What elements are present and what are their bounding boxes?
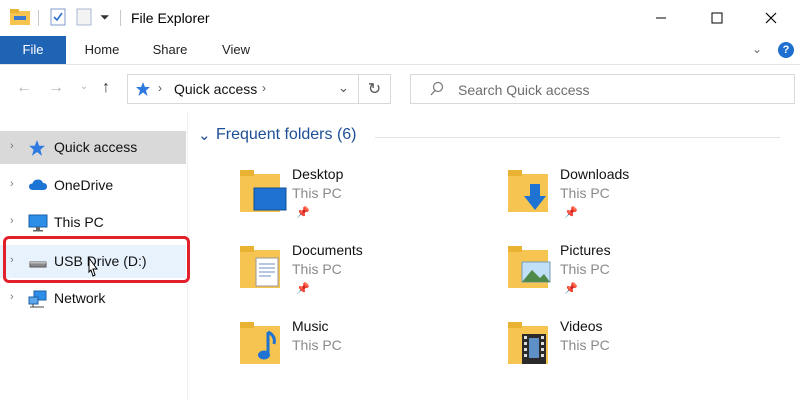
breadcrumb-separator-icon[interactable]: › xyxy=(262,81,266,95)
toolbar-separator xyxy=(120,10,121,26)
toolbar-separator xyxy=(38,10,39,26)
quick-access-star-icon xyxy=(135,81,151,100)
customize-toolbar-icon[interactable]: ⏷ xyxy=(100,10,110,25)
refresh-button[interactable]: ↻ xyxy=(359,74,391,104)
new-folder-icon[interactable] xyxy=(76,8,92,29)
folder-name: Downloads xyxy=(560,166,630,182)
folder-location: This PC xyxy=(292,185,342,201)
content-pane: ⌄ Frequent folders (6) Desktop This PC 📌… xyxy=(190,112,800,400)
pin-icon: 📌 xyxy=(564,283,578,295)
file-explorer-icon[interactable] xyxy=(10,8,30,29)
videos-folder-icon xyxy=(508,318,560,370)
sidebar-item-this-pc[interactable]: › This PC xyxy=(0,206,186,239)
up-arrow-icon[interactable]: ↑ xyxy=(102,79,110,97)
expand-chevron-icon[interactable]: › xyxy=(10,215,14,227)
address-dropdown-icon[interactable]: ⌄ xyxy=(338,80,349,96)
sidebar-item-network[interactable]: › Network xyxy=(0,282,186,315)
tab-view[interactable]: View xyxy=(208,36,264,64)
folder-downloads[interactable]: Downloads This PC 📌 xyxy=(508,166,758,232)
cloud-icon xyxy=(28,177,48,195)
close-button[interactable] xyxy=(748,0,794,36)
documents-folder-icon xyxy=(240,242,292,294)
forward-arrow-icon[interactable]: → xyxy=(48,79,64,97)
folder-pictures[interactable]: Pictures This PC 📌 xyxy=(508,242,758,308)
window-title: File Explorer xyxy=(131,10,210,26)
help-icon[interactable]: ? xyxy=(778,42,794,58)
ribbon-tabs: File Home Share View ⌄ ? xyxy=(0,36,800,64)
folder-music[interactable]: Music This PC xyxy=(240,318,490,384)
folder-location: This PC xyxy=(292,337,342,353)
expand-ribbon-icon[interactable]: ⌄ xyxy=(752,42,762,56)
music-folder-icon xyxy=(240,318,292,370)
sidebar-item-label: This PC xyxy=(54,214,104,230)
back-arrow-icon[interactable]: ← xyxy=(16,79,32,97)
pin-icon: 📌 xyxy=(296,207,310,219)
folder-name: Documents xyxy=(292,242,363,258)
sidebar-item-label: Quick access xyxy=(54,139,138,155)
recent-locations-icon[interactable]: ⌄ xyxy=(80,81,88,92)
sidebar-item-onedrive[interactable]: › OneDrive xyxy=(0,169,186,202)
tab-share[interactable]: Share xyxy=(140,36,200,64)
expand-chevron-icon[interactable]: › xyxy=(10,140,14,152)
address-bar[interactable]: › Quick access › ⌄ xyxy=(127,74,359,104)
search-icon xyxy=(429,81,445,100)
frequent-folders-header[interactable]: Frequent folders (6) xyxy=(216,126,357,144)
folder-location: This PC xyxy=(292,261,342,277)
folder-name: Videos xyxy=(560,318,603,334)
search-placeholder: Search Quick access xyxy=(458,82,590,98)
search-input[interactable]: Search Quick access xyxy=(410,74,795,104)
folder-videos[interactable]: Videos This PC xyxy=(508,318,758,384)
tab-file[interactable]: File xyxy=(0,36,66,64)
folder-desktop[interactable]: Desktop This PC 📌 xyxy=(240,166,490,232)
pin-icon: 📌 xyxy=(564,207,578,219)
sidebar-item-quick-access[interactable]: › Quick access xyxy=(0,131,186,164)
mouse-cursor-icon xyxy=(84,256,100,283)
maximize-button[interactable] xyxy=(694,0,740,36)
refresh-icon: ↻ xyxy=(367,81,382,98)
minimize-button[interactable] xyxy=(638,0,684,36)
folder-location: This PC xyxy=(560,261,610,277)
pictures-folder-icon xyxy=(508,242,560,294)
title-bar: ⏷ File Explorer xyxy=(0,0,800,36)
desktop-folder-icon xyxy=(240,166,292,218)
group-divider xyxy=(375,137,780,138)
folder-name: Music xyxy=(292,318,329,334)
breadcrumb-quick-access[interactable]: Quick access xyxy=(174,81,257,97)
monitor-icon xyxy=(28,214,48,232)
sidebar-item-label: Network xyxy=(54,290,106,306)
network-icon xyxy=(28,290,48,308)
breadcrumb-separator-icon[interactable]: › xyxy=(158,81,162,95)
folder-location: This PC xyxy=(560,337,610,353)
folder-name: Pictures xyxy=(560,242,611,258)
expand-chevron-icon[interactable]: › xyxy=(10,291,14,303)
downloads-folder-icon xyxy=(508,166,560,218)
folder-name: Desktop xyxy=(292,166,344,182)
tab-home[interactable]: Home xyxy=(72,36,132,64)
expand-chevron-icon[interactable]: › xyxy=(10,178,14,190)
folder-documents[interactable]: Documents This PC 📌 xyxy=(240,242,490,308)
sidebar-item-label: OneDrive xyxy=(54,177,114,193)
collapse-group-icon[interactable]: ⌄ xyxy=(198,126,211,144)
star-icon xyxy=(28,139,48,157)
pin-icon: 📌 xyxy=(296,283,310,295)
properties-icon[interactable] xyxy=(50,8,66,29)
folder-location: This PC xyxy=(560,185,610,201)
address-row: ← → ⌄ ↑ › Quick access › ⌄ ↻ Search Quic… xyxy=(0,64,800,112)
